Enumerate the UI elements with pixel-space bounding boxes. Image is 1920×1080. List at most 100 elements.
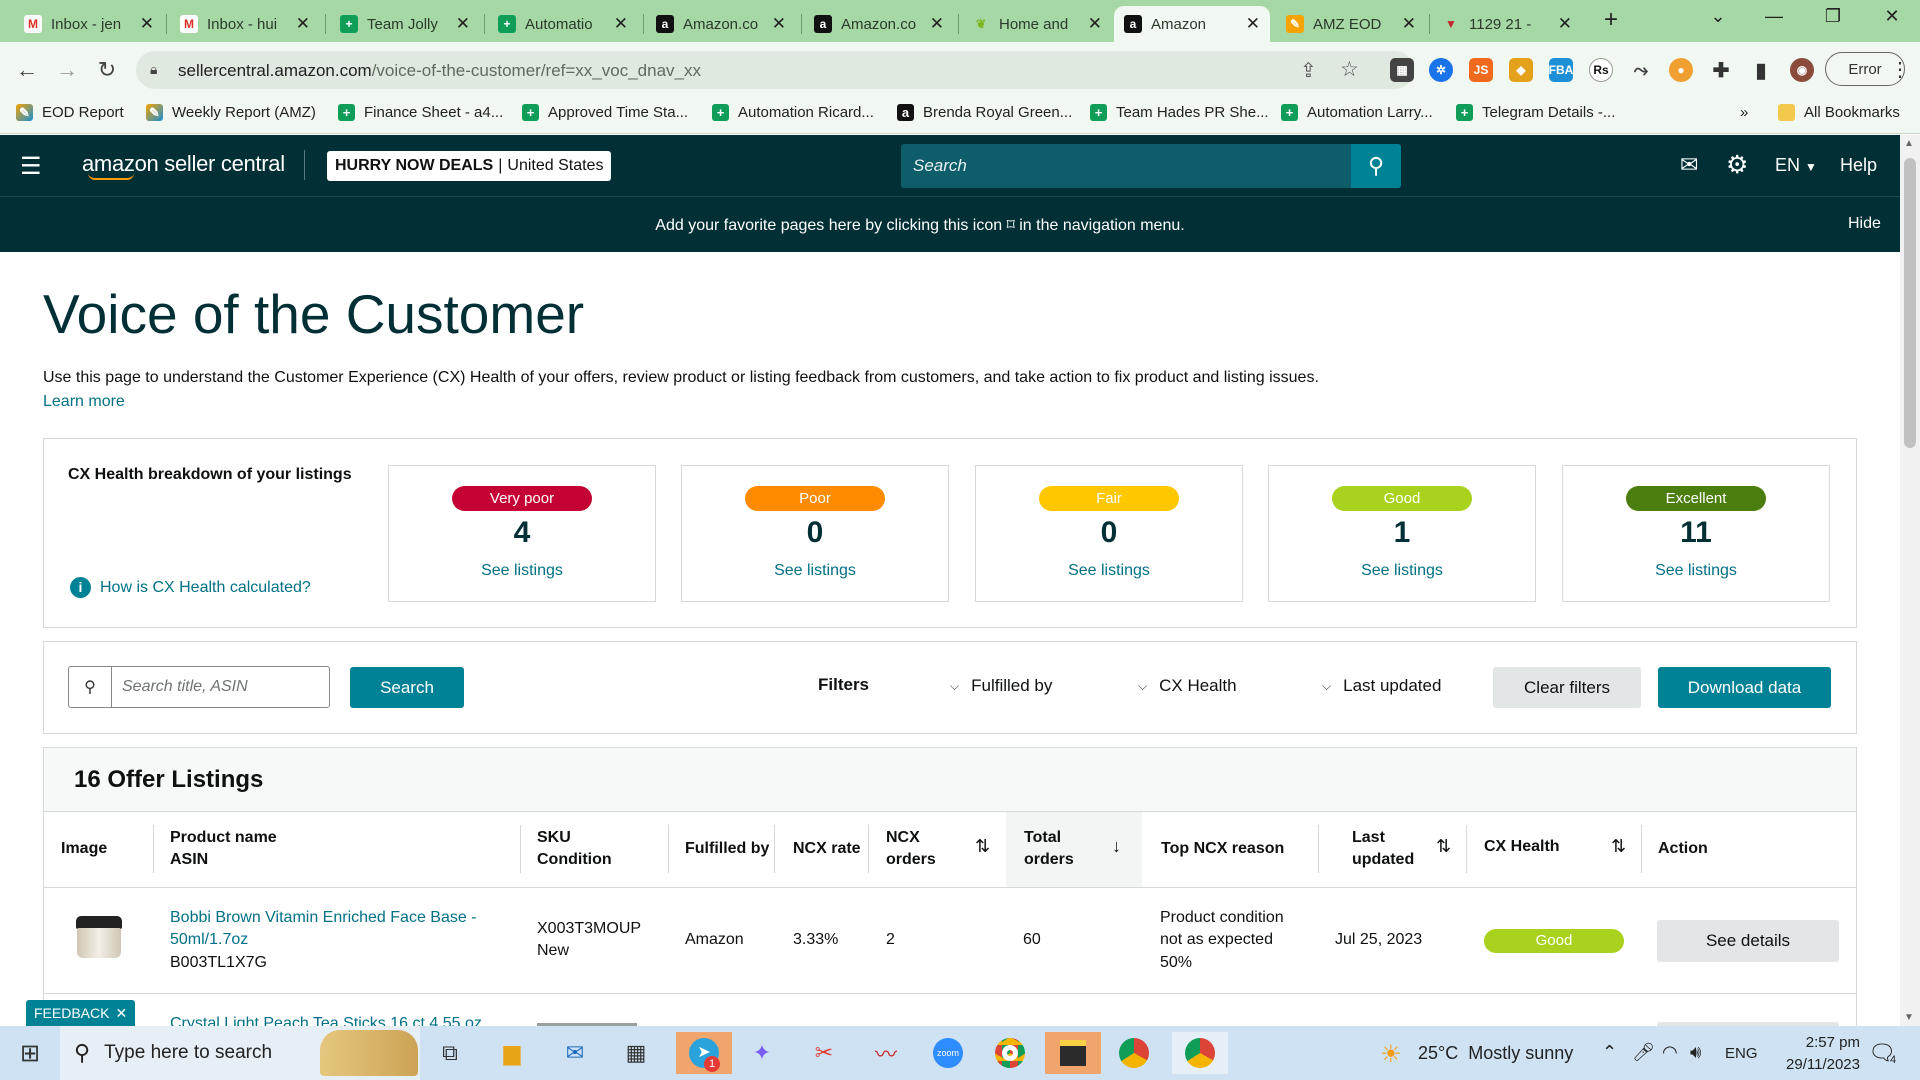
clear-filters-button[interactable]: Clear filters: [1493, 667, 1641, 708]
browser-tab[interactable]: M Inbox - hui ✕: [170, 6, 320, 42]
rs-extension-icon[interactable]: Rs: [1589, 58, 1613, 82]
kebab-menu-icon[interactable]: ⋮: [1890, 57, 1910, 82]
learn-more-link[interactable]: Learn more: [43, 393, 125, 411]
gear-icon[interactable]: ⚙: [1726, 150, 1748, 180]
column-header-cx-health[interactable]: CX Health: [1484, 836, 1560, 858]
see-details-button[interactable]: See details: [1657, 920, 1839, 962]
mail-icon[interactable]: ✉: [1680, 152, 1698, 178]
puzzle-extensions-icon[interactable]: ✚: [1709, 58, 1733, 82]
calculator-icon[interactable]: ▦: [614, 1032, 658, 1074]
bookmark-item[interactable]: a Brenda Royal Green...: [897, 104, 1072, 121]
close-icon[interactable]: ✕: [140, 14, 154, 34]
profile-avatar-icon[interactable]: ◉: [1790, 58, 1814, 82]
hamburger-menu-icon[interactable]: ☰: [20, 152, 42, 181]
clock-date[interactable]: 29/11/2023: [1770, 1056, 1860, 1073]
url-text[interactable]: sellercentral.amazon.com/voice-of-the-cu…: [178, 61, 701, 81]
volume-icon[interactable]: 🔊︎: [1690, 1042, 1701, 1063]
close-icon[interactable]: ✕: [296, 14, 310, 34]
wifi-icon[interactable]: ◠: [1662, 1042, 1678, 1063]
windows-start-icon[interactable]: ⊞: [8, 1032, 52, 1074]
browser-tab[interactable]: ✎ AMZ EOD ✕: [1276, 6, 1426, 42]
browser-tab[interactable]: M Inbox - jen ✕: [14, 6, 164, 42]
minimize-icon[interactable]: —: [1754, 6, 1794, 27]
close-icon[interactable]: ✕: [1558, 14, 1572, 34]
browser-tab-active[interactable]: a Amazon ✕: [1114, 6, 1270, 42]
reload-icon[interactable]: ↻: [91, 54, 123, 86]
copilot-icon[interactable]: ✦: [740, 1032, 784, 1074]
bookmark-item[interactable]: + Automation Larry...: [1281, 104, 1433, 121]
share-icon[interactable]: ⇪: [1300, 58, 1317, 83]
close-icon[interactable]: ✕: [456, 14, 470, 34]
bookmark-item[interactable]: + Telegram Details -...: [1456, 104, 1615, 121]
browser-tab[interactable]: + Automatio ✕: [488, 6, 638, 42]
hide-notice-link[interactable]: Hide: [1848, 215, 1881, 233]
browser-tab[interactable]: a Amazon.co ✕: [646, 6, 796, 42]
scrollbar-thumb[interactable]: [1904, 158, 1916, 448]
scroll-up-icon[interactable]: ▲: [1904, 138, 1914, 149]
bookmark-star-icon[interactable]: ☆: [1340, 57, 1359, 82]
snipping-tool-icon[interactable]: ✂: [802, 1032, 846, 1074]
close-icon[interactable]: ✕: [115, 1005, 127, 1022]
close-icon[interactable]: ✕: [1088, 14, 1102, 34]
browser-tab[interactable]: + Team Jolly ✕: [330, 6, 480, 42]
browser-tab[interactable]: ❦ Home and ✕: [962, 6, 1112, 42]
extension-icon[interactable]: ⤳: [1629, 58, 1653, 82]
extension-icon[interactable]: ✲: [1429, 58, 1453, 82]
maximize-icon[interactable]: ❐: [1813, 6, 1853, 27]
close-icon[interactable]: ✕: [1246, 14, 1260, 34]
clock-time[interactable]: 2:57 pm: [1770, 1034, 1860, 1051]
product-name-link[interactable]: Crystal Light Peach Tea Sticks 16 ct 4.5…: [170, 1013, 482, 1026]
side-panel-icon[interactable]: ▮: [1749, 58, 1773, 82]
bookmark-item[interactable]: ✎ EOD Report: [16, 104, 124, 121]
new-tab-plus-icon[interactable]: +: [1591, 6, 1631, 34]
chrome-profile-icon[interactable]: [1172, 1032, 1228, 1074]
sort-icon[interactable]: ⇅: [1611, 836, 1626, 857]
close-icon[interactable]: ✕: [930, 14, 944, 34]
header-search-button[interactable]: ⚲: [1351, 144, 1401, 188]
file-explorer-icon[interactable]: ▆: [490, 1032, 534, 1074]
search-button[interactable]: Search: [350, 667, 464, 708]
store-selector[interactable]: HURRY NOW DEALS | United States: [327, 151, 612, 181]
zoom-icon[interactable]: zoom: [926, 1032, 970, 1074]
scroll-down-icon[interactable]: ▼: [1904, 1012, 1914, 1023]
task-view-icon[interactable]: ⧉: [428, 1032, 472, 1074]
filter-cx-health[interactable]: ⌵ CX Health: [1138, 676, 1237, 696]
download-data-button[interactable]: Download data: [1658, 667, 1831, 708]
browser-tab[interactable]: a Amazon.co ✕: [804, 6, 954, 42]
product-name-link-line2[interactable]: 50ml/1.7oz: [170, 929, 248, 951]
see-listings-link[interactable]: See listings: [682, 562, 948, 580]
column-header-last-updated[interactable]: Last: [1352, 827, 1385, 849]
window-close-icon[interactable]: ✕: [1872, 6, 1912, 27]
tab-search-chevron-icon[interactable]: ⌄: [1698, 6, 1738, 27]
see-listings-link[interactable]: See listings: [1269, 562, 1535, 580]
microphone-icon[interactable]: 🎤︎: [1632, 1042, 1655, 1063]
bookmark-item[interactable]: + Team Hades PR She...: [1090, 104, 1269, 121]
sort-icon[interactable]: ⇅: [1436, 836, 1451, 857]
all-bookmarks-button[interactable]: All Bookmarks: [1778, 104, 1900, 121]
feedback-tab[interactable]: FEEDBACK ✕: [26, 1000, 136, 1026]
filter-last-updated[interactable]: ⌵ Last updated: [1322, 676, 1441, 696]
close-icon[interactable]: ✕: [1402, 14, 1416, 34]
bookmark-item[interactable]: ✎ Weekly Report (AMZ): [146, 104, 316, 121]
listing-search-input[interactable]: Search title, ASIN: [111, 666, 330, 708]
close-icon[interactable]: ✕: [772, 14, 786, 34]
weather-text[interactable]: 25°C Mostly sunny: [1418, 1043, 1573, 1064]
js-extension-icon[interactable]: JS: [1469, 58, 1493, 82]
product-name-link[interactable]: Bobbi Brown Vitamin Enriched Face Base -: [170, 907, 477, 929]
bookmark-item[interactable]: + Finance Sheet - a4...: [338, 104, 503, 121]
back-arrow-icon[interactable]: ←: [11, 54, 43, 86]
tray-chevron-up-icon[interactable]: ⌃: [1602, 1042, 1617, 1063]
filter-fulfilled-by[interactable]: ⌵ Fulfilled by: [950, 676, 1052, 696]
close-icon[interactable]: ✕: [614, 14, 628, 34]
input-language[interactable]: ENG: [1725, 1045, 1758, 1062]
sort-icon[interactable]: ⇅: [975, 836, 990, 857]
browser-tab[interactable]: ▼ 1129 21 - ✕: [1432, 6, 1582, 42]
bookmark-item[interactable]: + Automation Ricard...: [712, 104, 874, 121]
see-listings-link[interactable]: See listings: [976, 562, 1242, 580]
chrome-icon[interactable]: [988, 1032, 1032, 1074]
see-listings-link[interactable]: See listings: [1563, 562, 1829, 580]
sticky-notes-icon[interactable]: [1045, 1032, 1101, 1074]
activity-monitor-icon[interactable]: 〰: [864, 1032, 908, 1074]
extension-icon[interactable]: ●: [1669, 58, 1693, 82]
extension-icon[interactable]: ◆: [1509, 58, 1533, 82]
